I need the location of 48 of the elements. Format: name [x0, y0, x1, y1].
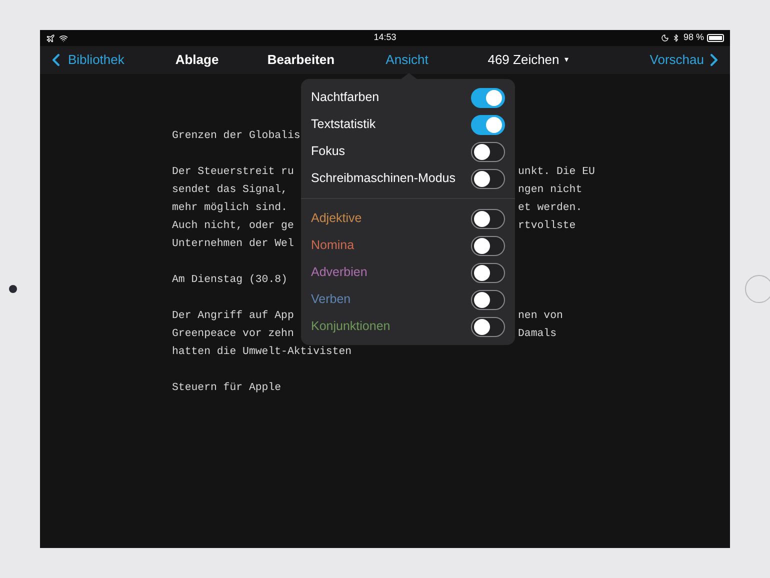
option-label: Konjunktionen	[311, 318, 390, 336]
menu-tab[interactable]: Bearbeiten	[267, 50, 335, 70]
option-label: Nachtfarben	[311, 89, 380, 106]
text-line: sendet das Signal,	[172, 183, 288, 198]
text-line: rtvollste	[518, 219, 576, 234]
option-label: Verben	[311, 291, 351, 308]
bluetooth-icon	[672, 34, 680, 42]
battery-icon	[707, 34, 724, 42]
forward-button[interactable]: Vorschau	[650, 50, 724, 70]
menu-tab[interactable]: Ablage	[175, 50, 219, 70]
text-line: Steuern für Apple	[172, 381, 282, 396]
text-line: et werden.	[518, 201, 582, 216]
airplane-icon	[46, 34, 55, 42]
back-button[interactable]: Bibliothek	[46, 50, 124, 70]
text-line: nen von	[518, 309, 563, 324]
text-line: unkt. Die EU	[518, 165, 595, 180]
text-line: Grenzen der Globalis	[172, 129, 300, 144]
option-label: Textstatistik	[311, 116, 376, 134]
option-label: Fokus	[311, 143, 346, 160]
wifi-icon	[59, 34, 68, 42]
character-count-dropdown[interactable]: 469 Zeichen ▾	[488, 50, 568, 70]
text-line: Der Angriff auf App	[172, 309, 294, 324]
text-line: ngen nicht	[518, 183, 582, 198]
toggle-switch[interactable]	[471, 316, 505, 336]
toggle-switch[interactable]	[471, 114, 505, 134]
clock-time: 14:53	[374, 31, 396, 44]
moon-icon	[661, 34, 670, 42]
text-line: Am Dienstag (30.8)	[172, 273, 288, 288]
text-line: Der Steuerstreit ru	[172, 165, 294, 180]
toggle-switch[interactable]	[471, 262, 505, 282]
menu-tab[interactable]: Ansicht	[386, 50, 428, 70]
text-line: Unternehmen der Wel	[172, 237, 294, 252]
option-label: Adjektive	[311, 210, 362, 228]
text-line: Auch nicht, oder ge	[172, 219, 294, 234]
toggle-switch[interactable]	[471, 168, 505, 188]
toggle-switch[interactable]	[471, 208, 505, 228]
option-label: Adverbien	[311, 264, 368, 282]
battery-percent: 98 %	[683, 31, 704, 44]
toggle-switch[interactable]	[471, 142, 505, 162]
option-label: Nomina	[311, 237, 354, 254]
text-line: mehr möglich sind.	[172, 201, 288, 216]
text-line: Damals	[518, 327, 556, 342]
text-line: hatten die Umwelt-Aktivisten	[172, 345, 352, 360]
toggle-switch[interactable]	[471, 236, 505, 256]
toggle-switch[interactable]	[471, 88, 505, 108]
option-label: Schreibmaschinen-Modus	[311, 170, 456, 188]
toggle-switch[interactable]	[471, 290, 505, 310]
text-line: Greenpeace vor zehn	[172, 327, 294, 342]
